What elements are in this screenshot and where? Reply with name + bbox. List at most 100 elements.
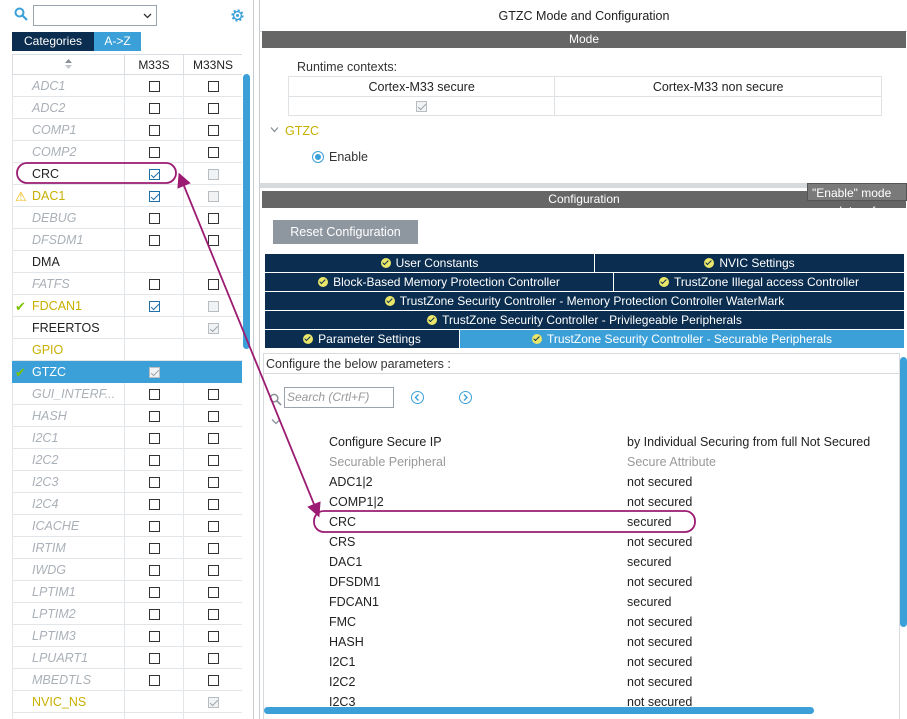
ip-row[interactable]: CRC (12, 162, 243, 185)
ip-name-cell[interactable]: ✔ FDCAN1 (12, 294, 125, 317)
m33ns-cell[interactable] (183, 162, 243, 185)
parameter-row[interactable]: FMC not secured (329, 612, 889, 632)
m33ns-column-header[interactable]: M33NS (183, 54, 243, 75)
ip-row[interactable]: I2C2 (12, 448, 243, 471)
m33s-cell[interactable] (124, 470, 184, 493)
m33ns-checkbox[interactable] (207, 476, 219, 488)
ip-name-cell[interactable]: CRC (12, 162, 125, 185)
parameter-row[interactable]: I2C2 not secured (329, 672, 889, 692)
m33ns-checkbox[interactable] (207, 542, 219, 554)
ip-row[interactable]: NVIC_NS (12, 690, 243, 713)
m33ns-cell[interactable] (183, 272, 243, 295)
m33s-checkbox[interactable] (148, 520, 160, 532)
ip-row[interactable]: LPUART1 (12, 646, 243, 669)
parameter-value[interactable]: not secured (627, 532, 692, 552)
m33ns-cell[interactable] (183, 74, 243, 97)
m33ns-cell[interactable] (183, 426, 243, 449)
ip-row[interactable]: COMP1 (12, 118, 243, 141)
m33s-checkbox[interactable] (148, 234, 160, 246)
ip-row[interactable]: LPTIM3 (12, 624, 243, 647)
m33ns-cell[interactable] (183, 294, 243, 317)
m33ns-cell[interactable] (183, 668, 243, 691)
ip-name-cell[interactable]: LPTIM3 (12, 624, 125, 647)
ip-name-cell[interactable]: NVIC_S (12, 712, 125, 719)
m33ns-cell[interactable] (183, 536, 243, 559)
ip-row[interactable]: DMA (12, 250, 243, 273)
m33ns-checkbox[interactable] (207, 432, 219, 444)
m33s-cell[interactable] (124, 74, 184, 97)
m33s-checkbox[interactable] (148, 630, 160, 642)
m33s-cell[interactable] (124, 294, 184, 317)
m33ns-cell[interactable] (183, 250, 243, 273)
parameter-value[interactable]: not secured (627, 672, 692, 692)
m33ns-checkbox[interactable] (207, 498, 219, 510)
m33s-cell[interactable] (124, 382, 184, 405)
m33ns-checkbox[interactable] (207, 102, 219, 114)
m33ns-cell[interactable] (183, 602, 243, 625)
ip-name-cell[interactable]: LPTIM1 (12, 580, 125, 603)
m33ns-checkbox[interactable] (207, 124, 219, 136)
parameter-row[interactable]: Configure Secure IP by Individual Securin… (329, 432, 889, 452)
m33ns-checkbox[interactable] (207, 80, 219, 92)
parameter-row[interactable]: DAC1 secured (329, 552, 889, 572)
ip-row[interactable]: FATFS (12, 272, 243, 295)
m33ns-cell[interactable] (183, 492, 243, 515)
ip-row[interactable]: GPIO (12, 338, 243, 361)
parameters-vertical-scroll-thumb[interactable] (900, 357, 907, 627)
m33s-checkbox[interactable] (148, 102, 160, 114)
m33s-cell[interactable] (124, 514, 184, 537)
parameter-row[interactable]: CRC secured (329, 512, 889, 532)
m33s-cell[interactable] (124, 338, 184, 361)
m33s-cell[interactable] (124, 580, 184, 603)
m33s-cell[interactable] (124, 96, 184, 119)
m33ns-cell[interactable] (183, 184, 243, 207)
ip-row[interactable]: I2C1 (12, 426, 243, 449)
m33ns-checkbox[interactable] (207, 278, 219, 290)
ip-name-cell[interactable]: ✔ GTZC (12, 360, 125, 383)
ip-name-cell[interactable]: I2C4 (12, 492, 125, 515)
m33s-cell[interactable] (124, 250, 184, 273)
parameter-value[interactable]: not secured (627, 632, 692, 652)
gtzc-mode-group[interactable]: GTZC (270, 124, 319, 140)
m33s-cell[interactable] (124, 536, 184, 559)
ip-name-cell[interactable]: DMA (12, 250, 125, 273)
ip-row[interactable]: DFSDM1 (12, 228, 243, 251)
ip-row[interactable]: DEBUG (12, 206, 243, 229)
m33s-cell[interactable] (124, 448, 184, 471)
ip-name-cell[interactable]: DFSDM1 (12, 228, 125, 251)
m33s-cell[interactable] (124, 690, 184, 713)
m33s-cell[interactable] (124, 668, 184, 691)
m33s-cell[interactable] (124, 404, 184, 427)
m33s-checkbox[interactable] (148, 300, 160, 312)
m33s-checkbox[interactable] (148, 212, 160, 224)
ip-name-cell[interactable]: DEBUG (12, 206, 125, 229)
m33ns-checkbox[interactable] (207, 630, 219, 642)
m33s-checkbox[interactable] (148, 432, 160, 444)
ip-row[interactable]: ICACHE (12, 514, 243, 537)
m33ns-checkbox[interactable] (207, 652, 219, 664)
enable-radio-option[interactable]: Enable (312, 150, 368, 164)
parameter-value[interactable]: not secured (627, 612, 692, 632)
m33s-cell[interactable] (124, 228, 184, 251)
m33s-checkbox[interactable] (148, 146, 160, 158)
ip-name-cell[interactable]: ADC1 (12, 74, 125, 97)
search-icon[interactable] (14, 7, 28, 21)
ip-row[interactable]: ADC2 (12, 96, 243, 119)
parameter-row[interactable]: CRS not secured (329, 532, 889, 552)
ip-row[interactable]: COMP2 (12, 140, 243, 163)
m33ns-cell[interactable] (183, 558, 243, 581)
m33ns-checkbox[interactable] (207, 674, 219, 686)
m33s-cell[interactable] (124, 712, 184, 719)
ip-row[interactable]: ADC1 (12, 74, 243, 97)
m33s-checkbox[interactable] (148, 190, 160, 202)
ip-list-scrollbar[interactable] (242, 54, 251, 719)
ip-name-cell[interactable]: GUI_INTERF... (12, 382, 125, 405)
m33ns-checkbox[interactable] (207, 388, 219, 400)
search-previous-button[interactable] (411, 391, 424, 404)
tab-a-to-z[interactable]: A->Z (94, 32, 141, 51)
m33s-checkbox[interactable] (148, 674, 160, 686)
ip-name-cell[interactable]: COMP2 (12, 140, 125, 163)
configuration-tab[interactable]: TrustZone Security Controller - Privileg… (265, 311, 905, 329)
enable-radio-button[interactable] (312, 151, 324, 163)
m33ns-cell[interactable] (183, 448, 243, 471)
